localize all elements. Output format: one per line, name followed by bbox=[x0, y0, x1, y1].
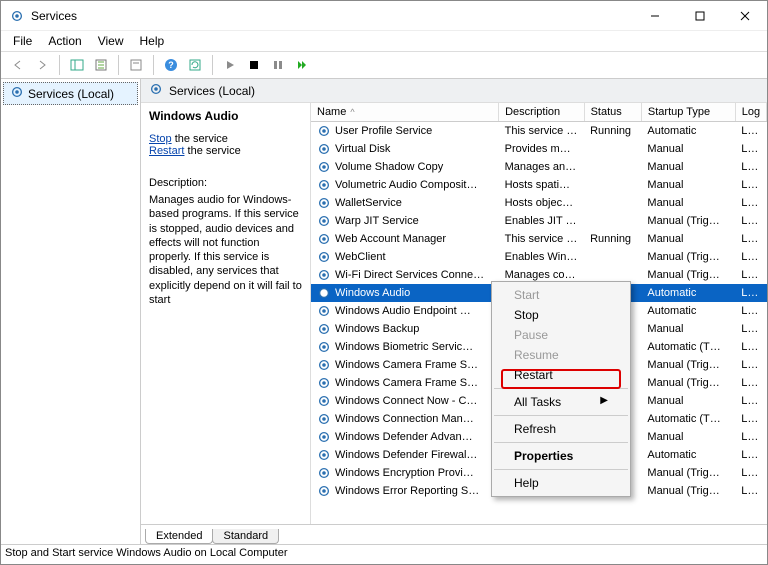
menu-file[interactable]: File bbox=[5, 32, 40, 50]
main-title-text: Services (Local) bbox=[169, 84, 255, 98]
services-window: Services File Action View Help ? Ser bbox=[0, 0, 768, 565]
stop-link[interactable]: Stop bbox=[149, 133, 172, 145]
close-button[interactable] bbox=[722, 1, 767, 31]
maximize-button[interactable] bbox=[677, 1, 722, 31]
table-row[interactable]: WalletServiceHosts objec…ManualLoca bbox=[311, 194, 767, 212]
detail-service-name: Windows Audio bbox=[149, 109, 302, 123]
table-row[interactable]: Volume Shadow CopyManages an…ManualLoca bbox=[311, 158, 767, 176]
col-startup[interactable]: Startup Type bbox=[641, 103, 735, 122]
nav-services-local[interactable]: Services (Local) bbox=[3, 82, 138, 105]
table-row[interactable]: Web Account ManagerThis service …Running… bbox=[311, 230, 767, 248]
tab-extended[interactable]: Extended bbox=[145, 529, 213, 544]
table-row[interactable]: Warp JIT ServiceEnables JIT …Manual (Tri… bbox=[311, 212, 767, 230]
show-hide-tree-button[interactable] bbox=[66, 54, 88, 76]
statusbar: Stop and Start service Windows Audio on … bbox=[1, 544, 767, 564]
svg-text:?: ? bbox=[168, 60, 174, 70]
restart-service-button[interactable] bbox=[291, 54, 313, 76]
start-service-button[interactable] bbox=[219, 54, 241, 76]
export-list-button[interactable] bbox=[90, 54, 112, 76]
refresh-button[interactable] bbox=[184, 54, 206, 76]
col-description[interactable]: Description bbox=[499, 103, 584, 122]
ctx-properties[interactable]: Properties bbox=[492, 446, 630, 466]
gear-icon bbox=[317, 232, 331, 246]
main-title: Services (Local) bbox=[141, 79, 767, 103]
table-row[interactable]: WebClientEnables Win…Manual (Trig…Loca bbox=[311, 248, 767, 266]
main-pane: Services (Local) Windows Audio Stop the … bbox=[141, 79, 767, 544]
stop-suffix: the service bbox=[172, 133, 228, 145]
col-logon[interactable]: Log bbox=[735, 103, 766, 122]
body: Services (Local) Services (Local) Window… bbox=[1, 79, 767, 544]
menu-action[interactable]: Action bbox=[40, 32, 89, 50]
gear-icon bbox=[317, 448, 331, 462]
ctx-stop[interactable]: Stop bbox=[492, 305, 630, 325]
context-menu: Start Stop Pause Resume Restart All Task… bbox=[491, 281, 631, 497]
description-heading: Description: bbox=[149, 177, 302, 189]
titlebar: Services bbox=[1, 1, 767, 31]
gear-icon bbox=[317, 304, 331, 318]
menu-help[interactable]: Help bbox=[132, 32, 173, 50]
description-body: Manages audio for Windows-based programs… bbox=[149, 193, 302, 307]
gear-icon bbox=[317, 322, 331, 336]
forward-button[interactable] bbox=[31, 54, 53, 76]
table-row[interactable]: User Profile ServiceThis service …Runnin… bbox=[311, 122, 767, 140]
gear-icon bbox=[317, 178, 331, 192]
ctx-all-tasks[interactable]: All Tasks▶ bbox=[492, 392, 630, 412]
gear-icon bbox=[317, 430, 331, 444]
view-tabs: Extended Standard bbox=[141, 524, 767, 544]
ctx-restart[interactable]: Restart bbox=[492, 365, 630, 385]
gear-icon bbox=[317, 250, 331, 264]
restart-link[interactable]: Restart bbox=[149, 145, 184, 157]
gear-icon bbox=[317, 286, 331, 300]
stop-service-button[interactable] bbox=[243, 54, 265, 76]
gear-icon bbox=[317, 466, 331, 480]
app-icon bbox=[9, 8, 25, 24]
gear-icon bbox=[317, 484, 331, 498]
ctx-start[interactable]: Start bbox=[492, 285, 630, 305]
nav-root-label: Services (Local) bbox=[28, 87, 114, 101]
gear-icon bbox=[317, 340, 331, 354]
col-status[interactable]: Status bbox=[584, 103, 641, 122]
restart-suffix: the service bbox=[184, 145, 240, 157]
nav-tree[interactable]: Services (Local) bbox=[1, 79, 141, 544]
ctx-refresh[interactable]: Refresh bbox=[492, 419, 630, 439]
table-row[interactable]: Volumetric Audio Composit…Hosts spati…Ma… bbox=[311, 176, 767, 194]
ctx-pause[interactable]: Pause bbox=[492, 325, 630, 345]
back-button[interactable] bbox=[7, 54, 29, 76]
menu-view[interactable]: View bbox=[90, 32, 132, 50]
ctx-help[interactable]: Help bbox=[492, 473, 630, 493]
gear-icon bbox=[317, 142, 331, 156]
gear-icon bbox=[149, 82, 163, 99]
gear-icon bbox=[317, 358, 331, 372]
tab-standard[interactable]: Standard bbox=[212, 529, 279, 544]
toolbar: ? bbox=[1, 51, 767, 79]
window-title: Services bbox=[31, 9, 632, 23]
minimize-button[interactable] bbox=[632, 1, 677, 31]
gear-icon bbox=[317, 376, 331, 390]
gear-icon bbox=[317, 214, 331, 228]
gear-icon bbox=[10, 85, 24, 102]
help-button[interactable]: ? bbox=[160, 54, 182, 76]
properties-button[interactable] bbox=[125, 54, 147, 76]
ctx-resume[interactable]: Resume bbox=[492, 345, 630, 365]
gear-icon bbox=[317, 160, 331, 174]
detail-pane: Windows Audio Stop the service Restart t… bbox=[141, 103, 311, 524]
gear-icon bbox=[317, 196, 331, 210]
menubar: File Action View Help bbox=[1, 31, 767, 51]
pause-service-button[interactable] bbox=[267, 54, 289, 76]
col-name[interactable]: Name^ bbox=[311, 103, 499, 122]
gear-icon bbox=[317, 268, 331, 282]
gear-icon bbox=[317, 124, 331, 138]
gear-icon bbox=[317, 394, 331, 408]
table-row[interactable]: Virtual DiskProvides m…ManualLoca bbox=[311, 140, 767, 158]
gear-icon bbox=[317, 412, 331, 426]
